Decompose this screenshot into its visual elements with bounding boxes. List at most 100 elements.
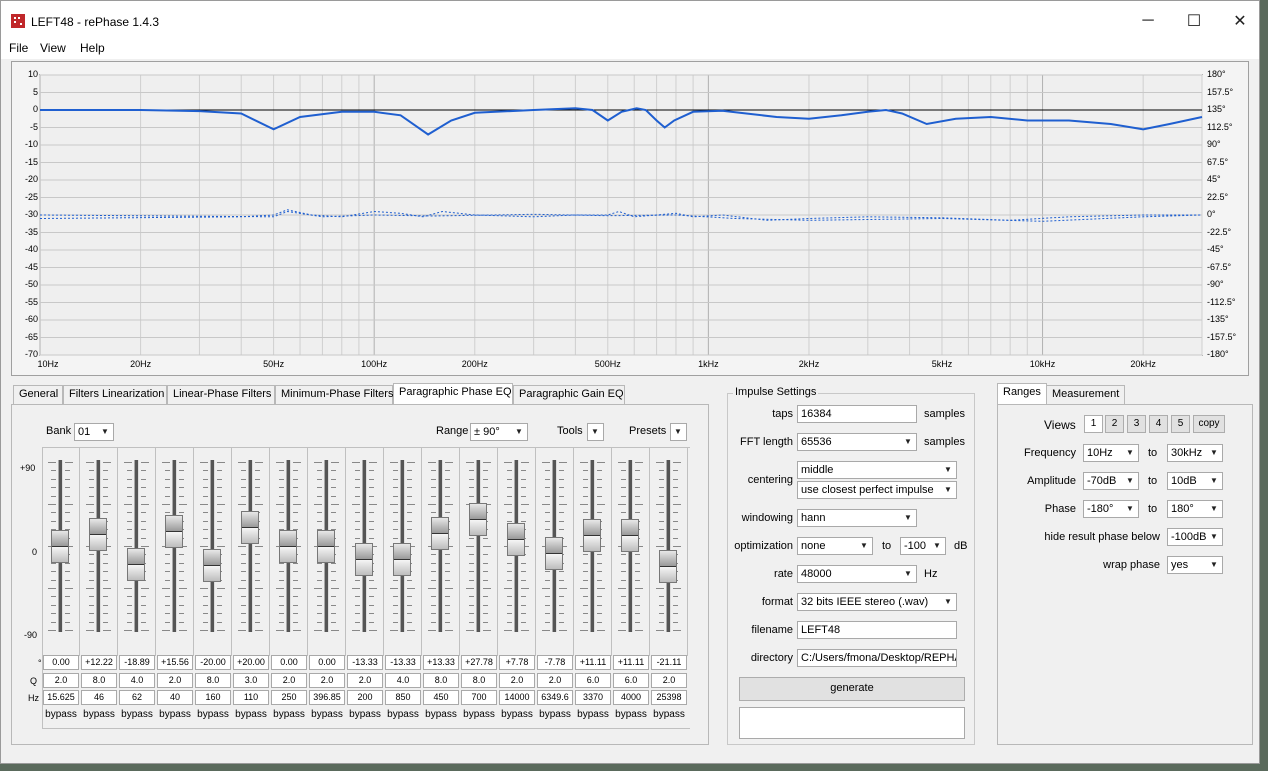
rate-select[interactable]: 48000 ▼ [797,565,917,583]
view-2-button[interactable]: 2 [1105,415,1124,433]
band-frequency-field[interactable]: 450 [423,690,459,705]
band-phase-field[interactable]: -18.89 [119,655,155,670]
band-bypass-toggle[interactable]: bypass [232,708,270,722]
band-bypass-toggle[interactable]: bypass [156,708,194,722]
band-frequency-field[interactable]: 700 [461,690,497,705]
band-q-field[interactable]: 2.0 [43,673,79,688]
slider-knob[interactable] [355,542,373,576]
band-q-field[interactable]: 3.0 [233,673,269,688]
band-bypass-toggle[interactable]: bypass [308,708,346,722]
slider-knob[interactable] [393,542,411,576]
minimize-button[interactable]: ─ [1125,1,1171,41]
band-q-field[interactable]: 4.0 [385,673,421,688]
tab-filters-linearization[interactable]: Filters Linearization [63,385,167,404]
band-phase-field[interactable]: -13.33 [385,655,421,670]
range-select[interactable]: ± 90° ▼ [470,423,528,441]
band-phase-field[interactable]: 0.00 [309,655,345,670]
slider-knob[interactable] [583,519,601,553]
menu-file[interactable]: File [9,41,28,55]
tab-paragraphic-phase-eq[interactable]: Paragraphic Phase EQ [393,383,513,405]
band-phase-field[interactable]: +15.56 [157,655,193,670]
menu-help[interactable]: Help [80,41,105,55]
band-q-field[interactable]: 2.0 [537,673,573,688]
band-q-field[interactable]: 2.0 [309,673,345,688]
slider-track[interactable] [666,460,671,632]
slider-knob[interactable] [89,518,107,552]
taps-field[interactable]: 16384 [797,405,917,423]
filename-field[interactable]: LEFT48 [797,621,957,639]
band-q-field[interactable]: 8.0 [461,673,497,688]
band-frequency-field[interactable]: 200 [347,690,383,705]
menu-view[interactable]: View [40,41,66,55]
band-phase-field[interactable]: +12.22 [81,655,117,670]
frequency-from-select[interactable]: 10Hz ▼ [1083,444,1139,462]
slider-knob[interactable] [241,510,259,544]
band-phase-field[interactable]: +11.11 [613,655,649,670]
slider-knob[interactable] [621,519,639,553]
bank-select[interactable]: 01 ▼ [74,423,114,441]
maximize-button[interactable]: ☐ [1171,1,1217,41]
slider-knob[interactable] [127,548,145,582]
band-frequency-field[interactable]: 6349.6 [537,690,573,705]
band-q-field[interactable]: 6.0 [613,673,649,688]
band-bypass-toggle[interactable]: bypass [194,708,232,722]
centering-select[interactable]: middle ▼ [797,461,957,479]
slider-knob[interactable] [507,522,525,556]
band-bypass-toggle[interactable]: bypass [384,708,422,722]
tab-general[interactable]: General [13,385,63,404]
band-q-field[interactable]: 2.0 [157,673,193,688]
tab-measurement[interactable]: Measurement [1046,385,1126,404]
band-bypass-toggle[interactable]: bypass [498,708,536,722]
band-phase-field[interactable]: +20.00 [233,655,269,670]
tools-dropdown[interactable]: ▼ [587,423,604,441]
slider-track[interactable] [134,460,139,632]
band-bypass-toggle[interactable]: bypass [612,708,650,722]
band-frequency-field[interactable]: 4000 [613,690,649,705]
windowing-select[interactable]: hann ▼ [797,509,917,527]
band-bypass-toggle[interactable]: bypass [80,708,118,722]
optimization-select[interactable]: none ▼ [797,537,873,555]
band-frequency-field[interactable]: 850 [385,690,421,705]
slider-track[interactable] [210,460,215,632]
band-phase-field[interactable]: 0.00 [43,655,79,670]
optimization-db-select[interactable]: -100 ▼ [900,537,946,555]
amplitude-from-select[interactable]: -70dB ▼ [1083,472,1139,490]
band-bypass-toggle[interactable]: bypass [536,708,574,722]
band-phase-field[interactable]: +27.78 [461,655,497,670]
band-frequency-field[interactable]: 15.625 [43,690,79,705]
centering-mode-select[interactable]: use closest perfect impulse ▼ [797,481,957,499]
tab-minimum-phase-filters[interactable]: Minimum-Phase Filters [275,385,393,404]
format-select[interactable]: 32 bits IEEE stereo (.wav) ▼ [797,593,957,611]
band-phase-field[interactable]: +7.78 [499,655,535,670]
band-frequency-field[interactable]: 46 [81,690,117,705]
view-4-button[interactable]: 4 [1149,415,1168,433]
band-bypass-toggle[interactable]: bypass [346,708,384,722]
band-q-field[interactable]: 8.0 [423,673,459,688]
band-frequency-field[interactable]: 14000 [499,690,535,705]
fft-length-select[interactable]: 65536 ▼ [797,433,917,451]
slider-track[interactable] [476,460,481,632]
tab-linear-phase-filters[interactable]: Linear-Phase Filters [167,385,275,404]
band-frequency-field[interactable]: 160 [195,690,231,705]
band-bypass-toggle[interactable]: bypass [270,708,308,722]
band-q-field[interactable]: 2.0 [499,673,535,688]
band-q-field[interactable]: 2.0 [651,673,687,688]
band-phase-field[interactable]: -21.11 [651,655,687,670]
band-q-field[interactable]: 4.0 [119,673,155,688]
slider-knob[interactable] [545,537,563,571]
band-bypass-toggle[interactable]: bypass [422,708,460,722]
view-1-button[interactable]: 1 [1084,415,1103,433]
wrap-phase-select[interactable]: yes ▼ [1167,556,1223,574]
band-phase-field[interactable]: -13.33 [347,655,383,670]
slider-knob[interactable] [165,515,183,549]
response-plot[interactable]: 10 5 0 -5 -10 -15 -20 -25 -30 -35 -40 -45 -50 -55 -60 -… [11,61,1249,376]
frequency-to-select[interactable]: 30kHz ▼ [1167,444,1223,462]
band-phase-field[interactable]: -7.78 [537,655,573,670]
band-frequency-field[interactable]: 250 [271,690,307,705]
band-bypass-toggle[interactable]: bypass [118,708,156,722]
slider-knob[interactable] [279,530,297,563]
hide-phase-select[interactable]: -100dB ▼ [1167,528,1223,546]
generate-button[interactable]: generate [739,677,965,701]
band-q-field[interactable]: 2.0 [347,673,383,688]
band-q-field[interactable]: 6.0 [575,673,611,688]
